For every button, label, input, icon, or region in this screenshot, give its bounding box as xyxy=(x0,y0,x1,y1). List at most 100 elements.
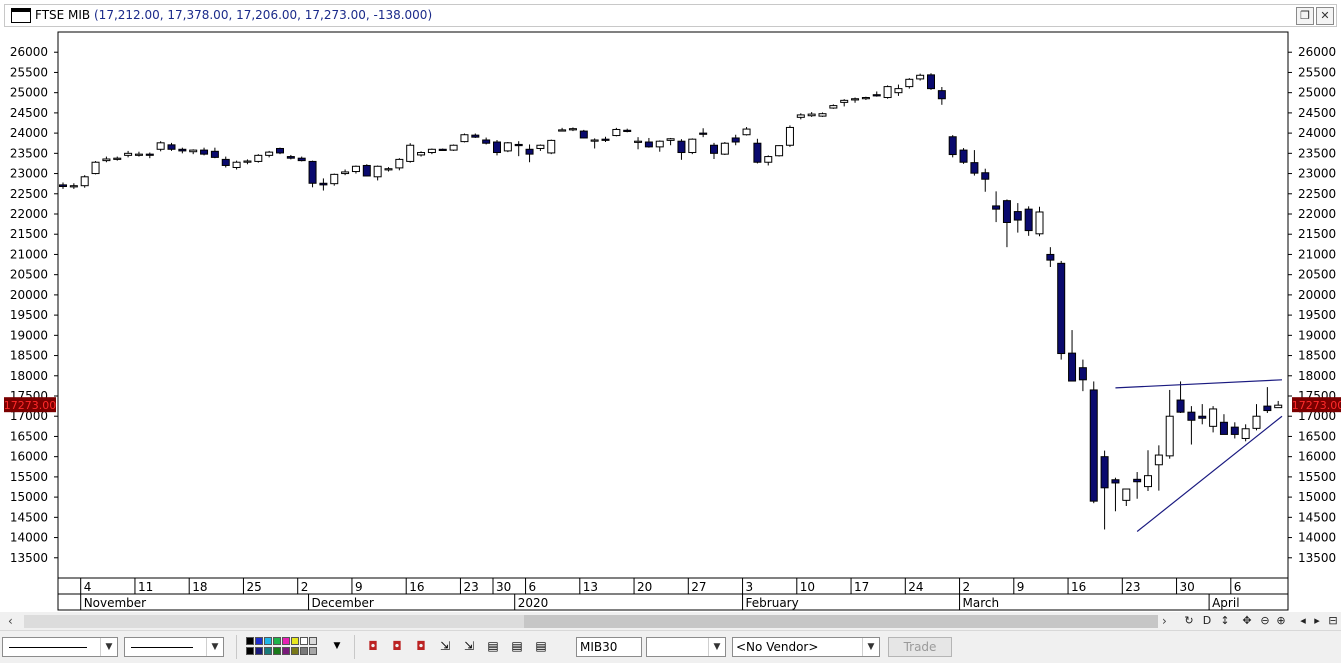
y-tick-label-left: 15000 xyxy=(10,490,48,504)
candle-body xyxy=(623,129,632,132)
candle-body xyxy=(579,130,588,139)
candle-body xyxy=(807,113,816,117)
color-swatch[interactable] xyxy=(291,637,299,645)
axes xyxy=(54,31,1292,611)
trade-button[interactable]: Trade xyxy=(888,637,952,657)
color-swatch[interactable] xyxy=(300,647,308,655)
scrollbar-thumb[interactable] xyxy=(524,615,1158,628)
vendor-select[interactable]: <No Vendor> ▼ xyxy=(732,637,880,657)
chevron-down-icon[interactable]: ▼ xyxy=(862,638,879,656)
chart-tool-icon[interactable]: ◘ xyxy=(366,639,380,653)
restore-window-button[interactable]: ❐ xyxy=(1296,7,1314,25)
candle-body xyxy=(775,145,784,157)
candle-body xyxy=(297,157,306,162)
color-swatch[interactable] xyxy=(282,647,290,655)
candle-body xyxy=(493,141,501,154)
day-label: 11 xyxy=(138,580,153,594)
color-swatch[interactable] xyxy=(309,637,317,645)
month-label: February xyxy=(746,596,799,610)
y-tick-label-right: 23500 xyxy=(1298,146,1336,160)
y-tick-label-left: 16500 xyxy=(10,429,48,443)
candle-body xyxy=(482,139,491,144)
chart-menu-icon[interactable]: ⊟ xyxy=(1326,613,1340,629)
scroll-left-arrow-icon[interactable]: ‹ xyxy=(8,614,20,628)
candle-body xyxy=(1263,405,1272,412)
y-tick-label-left: 20000 xyxy=(10,288,48,302)
vertical-scale-icon[interactable]: ↕ xyxy=(1218,613,1232,629)
candle-body xyxy=(417,152,426,156)
color-swatch[interactable] xyxy=(264,637,272,645)
candle-body xyxy=(612,128,621,137)
price-chart[interactable]: 13500 13500 14000 14000 14500 14500 15000 15000… xyxy=(0,30,1341,612)
symbol-input[interactable]: MIB30 xyxy=(576,637,642,657)
candle-body xyxy=(688,138,697,154)
color-swatch[interactable] xyxy=(264,647,272,655)
color-swatch[interactable] xyxy=(255,637,263,645)
layout-icon[interactable]: ▤ xyxy=(534,639,548,653)
candle-body xyxy=(167,144,176,150)
candle-body xyxy=(59,184,67,187)
refresh-icon[interactable]: ↻ xyxy=(1182,613,1196,629)
candle-body xyxy=(916,74,925,80)
zoom-in-icon[interactable]: ⊕ xyxy=(1274,613,1288,629)
color-palette[interactable] xyxy=(246,637,334,657)
scroll-back-icon[interactable]: ◂ xyxy=(1296,613,1310,629)
scroll-forward-icon[interactable]: ▸ xyxy=(1310,613,1324,629)
pan-icon[interactable]: ✥ xyxy=(1240,613,1254,629)
insert-icon[interactable]: ⇲ xyxy=(438,639,452,653)
color-swatch[interactable] xyxy=(309,647,317,655)
candle-body xyxy=(373,165,382,178)
horizontal-scrollbar[interactable] xyxy=(24,615,1158,628)
candle-body xyxy=(666,138,675,141)
day-label: 13 xyxy=(583,580,598,594)
window-titlebar: FTSE MIB (17,212.00, 17,378.00, 17,206.0… xyxy=(0,0,1341,30)
y-tick-label-left: 21500 xyxy=(10,227,48,241)
candle-body xyxy=(1219,421,1228,435)
export-icon[interactable]: ⇲ xyxy=(462,639,476,653)
candle-body xyxy=(265,151,274,156)
candle-body xyxy=(558,129,567,132)
scroll-right-arrow-icon[interactable]: › xyxy=(1162,614,1174,628)
color-swatch[interactable] xyxy=(273,647,281,655)
layout-icon[interactable]: ▤ xyxy=(486,639,500,653)
candle-body xyxy=(818,113,827,117)
candle-body xyxy=(438,148,447,151)
close-window-button[interactable]: ✕ xyxy=(1316,7,1334,25)
chart-tool-icon[interactable]: ◘ xyxy=(390,639,404,653)
candle-body xyxy=(796,114,805,118)
color-swatch[interactable] xyxy=(246,637,254,645)
y-tick-label-left: 25000 xyxy=(10,86,48,100)
candle-body xyxy=(1024,208,1033,232)
interval-select[interactable]: ▼ xyxy=(646,637,726,657)
candle-body xyxy=(1122,488,1131,501)
plot-frame xyxy=(57,31,1289,579)
layout-icon[interactable]: ▤ xyxy=(510,639,524,653)
bottom-toolbar: ▼ ▼ ▼ ◘ ◘ ◘ ⇲ ⇲ ▤ ▤ ▤ MIB30 ▼ <No Vendor… xyxy=(0,630,1341,663)
candle-body xyxy=(113,157,122,160)
y-tick-label-right: 26000 xyxy=(1298,45,1336,59)
daily-period-icon[interactable]: D xyxy=(1200,613,1214,629)
color-swatch[interactable] xyxy=(300,637,308,645)
line-width-select[interactable]: ▼ xyxy=(124,637,224,657)
color-swatch[interactable] xyxy=(282,637,290,645)
candle-body xyxy=(1002,200,1011,223)
line-style-select[interactable]: ▼ xyxy=(2,637,118,657)
palette-dropdown-icon[interactable]: ▼ xyxy=(330,639,344,653)
zoom-out-icon[interactable]: ⊖ xyxy=(1258,613,1272,629)
candle-body xyxy=(200,149,209,155)
candle-body xyxy=(102,158,111,162)
day-label: 9 xyxy=(1017,580,1025,594)
chevron-down-icon[interactable]: ▼ xyxy=(100,638,117,656)
candle-body xyxy=(937,90,946,100)
candle-body xyxy=(981,172,990,180)
color-swatch[interactable] xyxy=(246,647,254,655)
chevron-down-icon[interactable]: ▼ xyxy=(206,638,223,656)
color-swatch[interactable] xyxy=(291,647,299,655)
chevron-down-icon[interactable]: ▼ xyxy=(708,638,725,656)
candle-body xyxy=(124,152,133,156)
color-swatch[interactable] xyxy=(273,637,281,645)
chart-tool-icon[interactable]: ◘ xyxy=(414,639,428,653)
candle-body xyxy=(840,99,849,103)
candle-body xyxy=(590,139,599,142)
color-swatch[interactable] xyxy=(255,647,263,655)
